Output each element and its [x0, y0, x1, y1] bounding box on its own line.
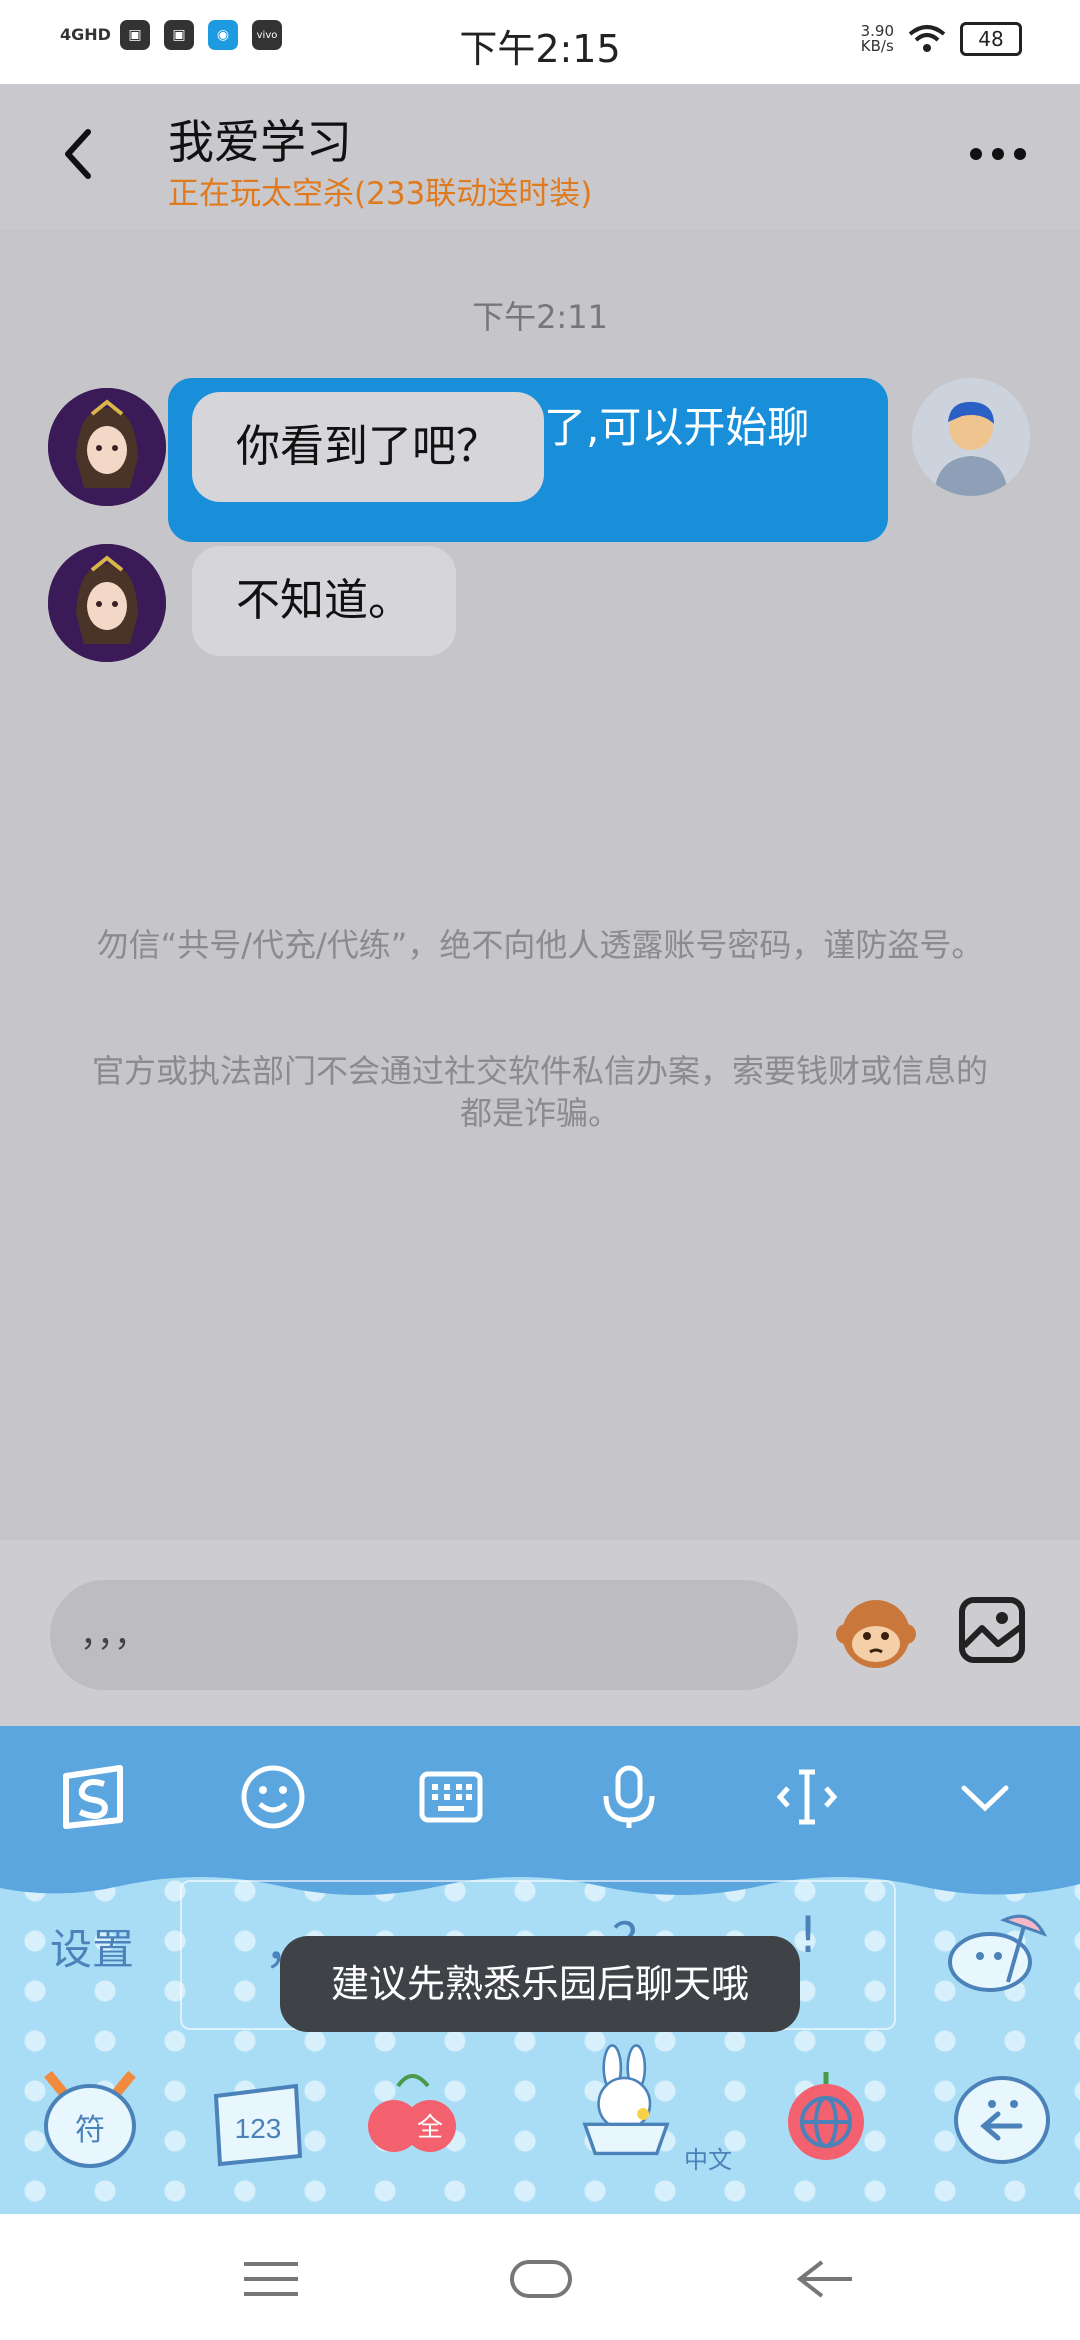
- avatar-character-icon: [48, 544, 166, 662]
- chat-header: 我爱学习 正在玩太空杀(233联动送时装): [0, 84, 1080, 230]
- more-icon[interactable]: [968, 144, 1028, 164]
- message-bubble-incoming[interactable]: 你看到了吧？: [192, 392, 544, 502]
- system-navigation-bar: [0, 2214, 1080, 2340]
- image-icon[interactable]: [958, 1596, 1026, 1664]
- avatar-default-icon: [912, 378, 1030, 496]
- keyboard-icon[interactable]: [416, 1762, 486, 1832]
- chat-subtitle: 正在玩太空杀(233联动送时装): [168, 176, 593, 212]
- svg-text:123: 123: [235, 2113, 282, 2144]
- cherry-fullwidth-icon[interactable]: 全: [352, 2056, 472, 2176]
- language-label[interactable]: 中文: [684, 2140, 732, 2175]
- avatar[interactable]: [48, 388, 166, 506]
- seal-backspace-icon[interactable]: [940, 2056, 1060, 2176]
- speed-unit: KB/s: [860, 37, 894, 55]
- back-arrow-icon[interactable]: [58, 124, 98, 184]
- toast-message: 建议先熟悉乐园后聊天哦: [280, 1936, 800, 2032]
- avatar-character-icon: [48, 388, 166, 506]
- bunny-bath-icon[interactable]: [566, 2042, 686, 2162]
- message-timestamp: 下午2:11: [472, 298, 608, 336]
- seal-umbrella-icon[interactable]: [934, 1890, 1054, 2010]
- keyboard-toolbar: [0, 1726, 1080, 1866]
- wifi-icon: [908, 25, 946, 52]
- message-input[interactable]: ，，，: [50, 1580, 798, 1690]
- message-bubble-incoming[interactable]: 不知道。: [192, 546, 456, 656]
- candidate-item[interactable]: !: [798, 1906, 818, 1964]
- sogou-logo-icon[interactable]: [58, 1762, 128, 1832]
- globe-fruit-icon[interactable]: [766, 2056, 886, 2176]
- network-speed: 3.90 KB/s: [861, 24, 894, 54]
- avatar[interactable]: [48, 544, 166, 662]
- microphone-icon[interactable]: [594, 1762, 664, 1832]
- numbers-box-icon[interactable]: 123: [196, 2056, 316, 2176]
- emoji-face-icon[interactable]: [238, 1762, 308, 1832]
- safety-notice: 官方或执法部门不会通过社交软件私信办案，索要钱财或信息的都是诈骗。: [91, 1052, 988, 1132]
- svg-text:符: 符: [75, 2114, 105, 2147]
- safety-notice: 勿信“共号/代充/代练”，绝不向他人透露账号密码，谨防盗号。: [96, 926, 984, 964]
- status-bar: 4GHD ▣ ▣ ◉ vivo 下午2:15 3.90 KB/s 48: [0, 0, 1080, 84]
- bunny-symbols-icon[interactable]: 符: [30, 2056, 150, 2176]
- svg-text:全: 全: [417, 2112, 443, 2142]
- battery-indicator: 48: [960, 22, 1022, 56]
- status-right: 3.90 KB/s 48: [861, 22, 1022, 56]
- input-bar: ，，，: [0, 1540, 1080, 1726]
- keyboard-settings-button[interactable]: 设置: [50, 1916, 134, 1977]
- avatar[interactable]: [912, 378, 1030, 496]
- keyboard-panel: 设置 ， ？ ! 符 123 全 中文: [0, 1866, 1080, 2214]
- cursor-move-icon[interactable]: [772, 1762, 842, 1832]
- home-icon[interactable]: [506, 2254, 576, 2304]
- chat-title[interactable]: 我爱学习: [168, 106, 352, 172]
- monkey-emoji-icon[interactable]: [834, 1590, 918, 1674]
- menu-icon[interactable]: [236, 2254, 306, 2304]
- chat-area[interactable]: 下午2:11 我们已经成为好友了,可以开始聊天啦~ 你看到了吧？ 不知道。 勿信…: [0, 230, 1080, 1540]
- back-icon[interactable]: [790, 2254, 860, 2304]
- chevron-down-icon[interactable]: [950, 1762, 1020, 1832]
